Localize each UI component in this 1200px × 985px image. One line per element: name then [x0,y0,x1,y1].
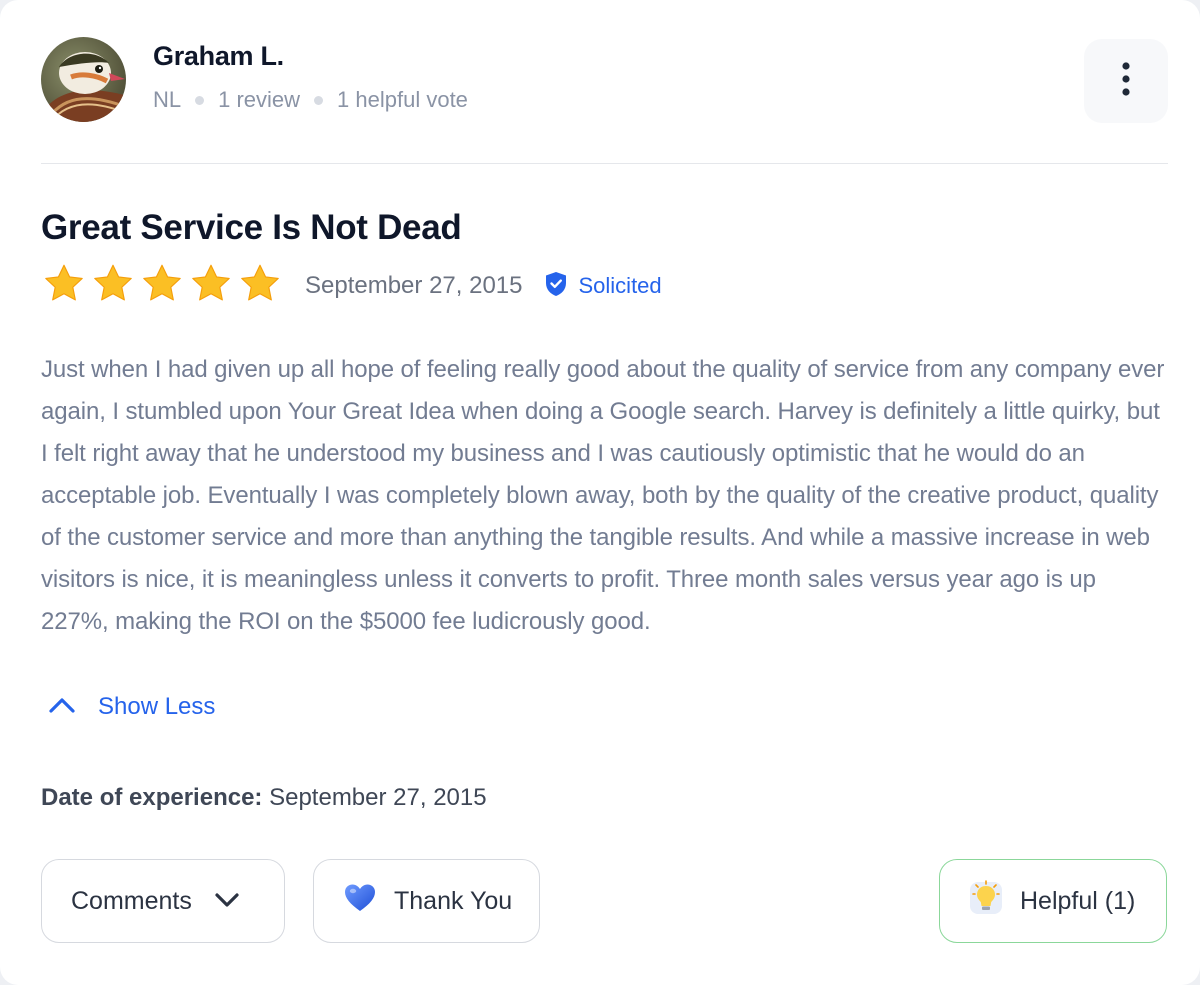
date-of-experience: Date of experience: September 27, 2015 [41,784,487,812]
heart-icon [344,883,376,920]
star-rating [41,261,283,312]
star-icon [90,261,136,312]
shield-check-icon [545,271,567,302]
star-icon [41,261,87,312]
reviewer-name[interactable]: Graham L. [153,41,284,72]
separator-dot [314,95,324,105]
star-icon [237,261,283,312]
more-options-button[interactable] [1084,39,1168,123]
avatar[interactable] [41,37,126,122]
helpful-label: Helpful (1) [1020,886,1136,915]
review-card: Graham L. NL 1 review 1 helpful vote Gre… [0,0,1200,985]
show-less-link[interactable]: Show Less [48,693,215,721]
comments-button[interactable]: Comments [41,859,285,943]
solicited-label: Solicited [578,273,662,298]
review-body: Just when I had given up all hope of fee… [41,356,1165,635]
review-title: Great Service Is Not Dead [41,208,462,247]
rating-row: September 27, 2015 Solicited [41,262,662,310]
chevron-down-icon [214,887,240,916]
lightbulb-icon [968,878,1004,925]
reviewer-review-count: 1 review [218,87,301,112]
review-header: Graham L. NL 1 review 1 helpful vote [41,37,1168,127]
star-icon [139,261,185,312]
reviewer-helpful-votes: 1 helpful vote [337,87,468,112]
helpful-button[interactable]: Helpful (1) [939,859,1167,943]
show-less-label: Show Less [98,693,216,720]
header-divider [41,163,1168,164]
chevron-up-icon [48,696,76,719]
separator-dot [195,95,205,105]
star-icon [188,261,234,312]
solicited-badge[interactable]: Solicited [545,271,662,302]
vertical-dots-icon [1121,61,1131,102]
reviewer-meta: NL 1 review 1 helpful vote [153,87,468,113]
experience-label: Date of experience: [41,784,263,811]
thank-you-button[interactable]: Thank You [313,859,540,943]
reviewer-country: NL [153,87,182,112]
comments-label: Comments [71,886,192,915]
thank-you-label: Thank You [394,886,513,915]
review-date: September 27, 2015 [305,272,523,299]
experience-date: September 27, 2015 [269,784,487,811]
